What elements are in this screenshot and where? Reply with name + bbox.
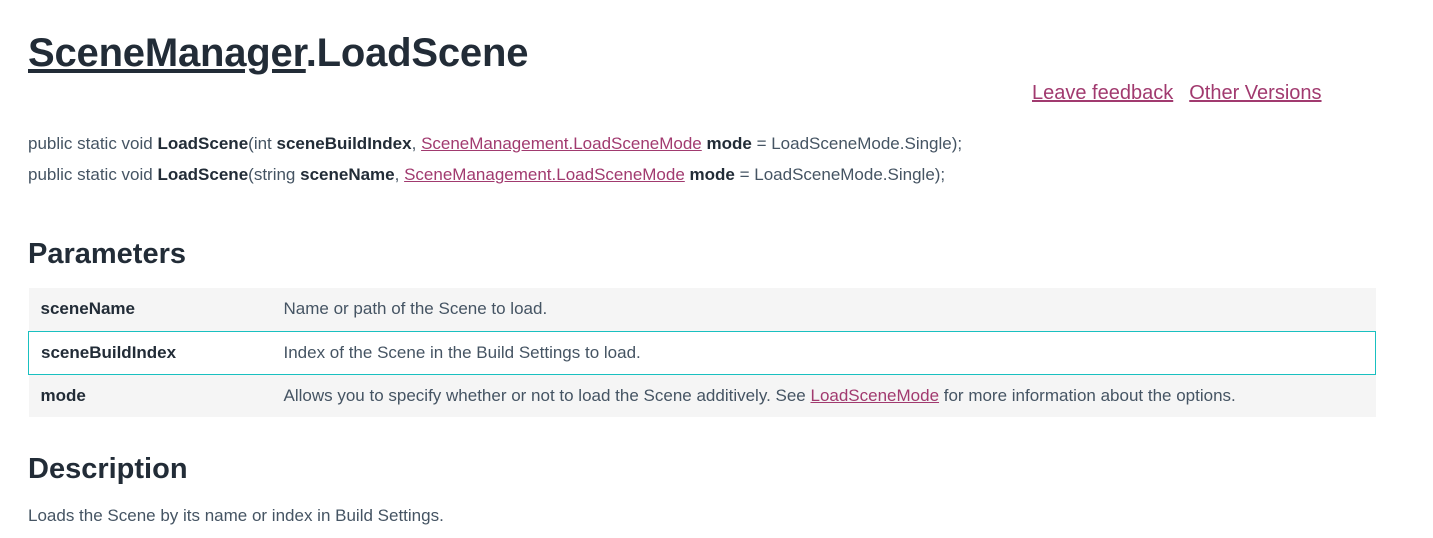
signature-param: sceneBuildIndex: [276, 134, 412, 153]
method-name: .LoadScene: [305, 31, 529, 75]
loadscenemode-type-link[interactable]: SceneManagement.LoadSceneMode: [404, 165, 685, 184]
param-name: mode: [28, 374, 272, 417]
param-name: sceneBuildIndex: [28, 330, 272, 375]
param-desc: Allows you to specify whether or not to …: [271, 374, 1376, 417]
leave-feedback-link[interactable]: Leave feedback: [1032, 82, 1173, 104]
signature-method-name: LoadScene: [157, 165, 249, 184]
signature-2: public static void LoadScene(string scen…: [28, 165, 946, 184]
other-versions-link[interactable]: Other Versions: [1189, 82, 1321, 104]
table-row: sceneName Name or path of the Scene to l…: [28, 288, 1376, 331]
table-row: sceneBuildIndex Index of the Scene in th…: [28, 330, 1376, 375]
signature-method-name: LoadScene: [157, 134, 249, 153]
signature-1: public static void LoadScene(int sceneBu…: [28, 134, 963, 153]
top-links: Leave feedback Other Versions: [1032, 80, 1322, 106]
parameters-heading: Parameters: [28, 238, 186, 270]
class-link-scenemanager[interactable]: SceneManager: [28, 31, 306, 75]
signature-param: mode: [706, 134, 752, 153]
page-title: SceneManager.LoadScene: [28, 26, 528, 80]
parameters-table: sceneName Name or path of the Scene to l…: [28, 288, 1376, 417]
table-row: mode Allows you to specify whether or no…: [28, 374, 1376, 417]
description-heading: Description: [28, 453, 188, 485]
param-desc: Name or path of the Scene to load.: [271, 288, 1376, 331]
param-desc: Index of the Scene in the Build Settings…: [271, 330, 1376, 375]
signature-param: mode: [689, 165, 735, 184]
loadscenemode-link[interactable]: LoadSceneMode: [810, 386, 939, 405]
signature-param: sceneName: [300, 165, 395, 184]
description-text: Loads the Scene by its name or index in …: [28, 506, 444, 525]
param-name: sceneName: [28, 288, 272, 331]
loadscenemode-type-link[interactable]: SceneManagement.LoadSceneMode: [421, 134, 702, 153]
